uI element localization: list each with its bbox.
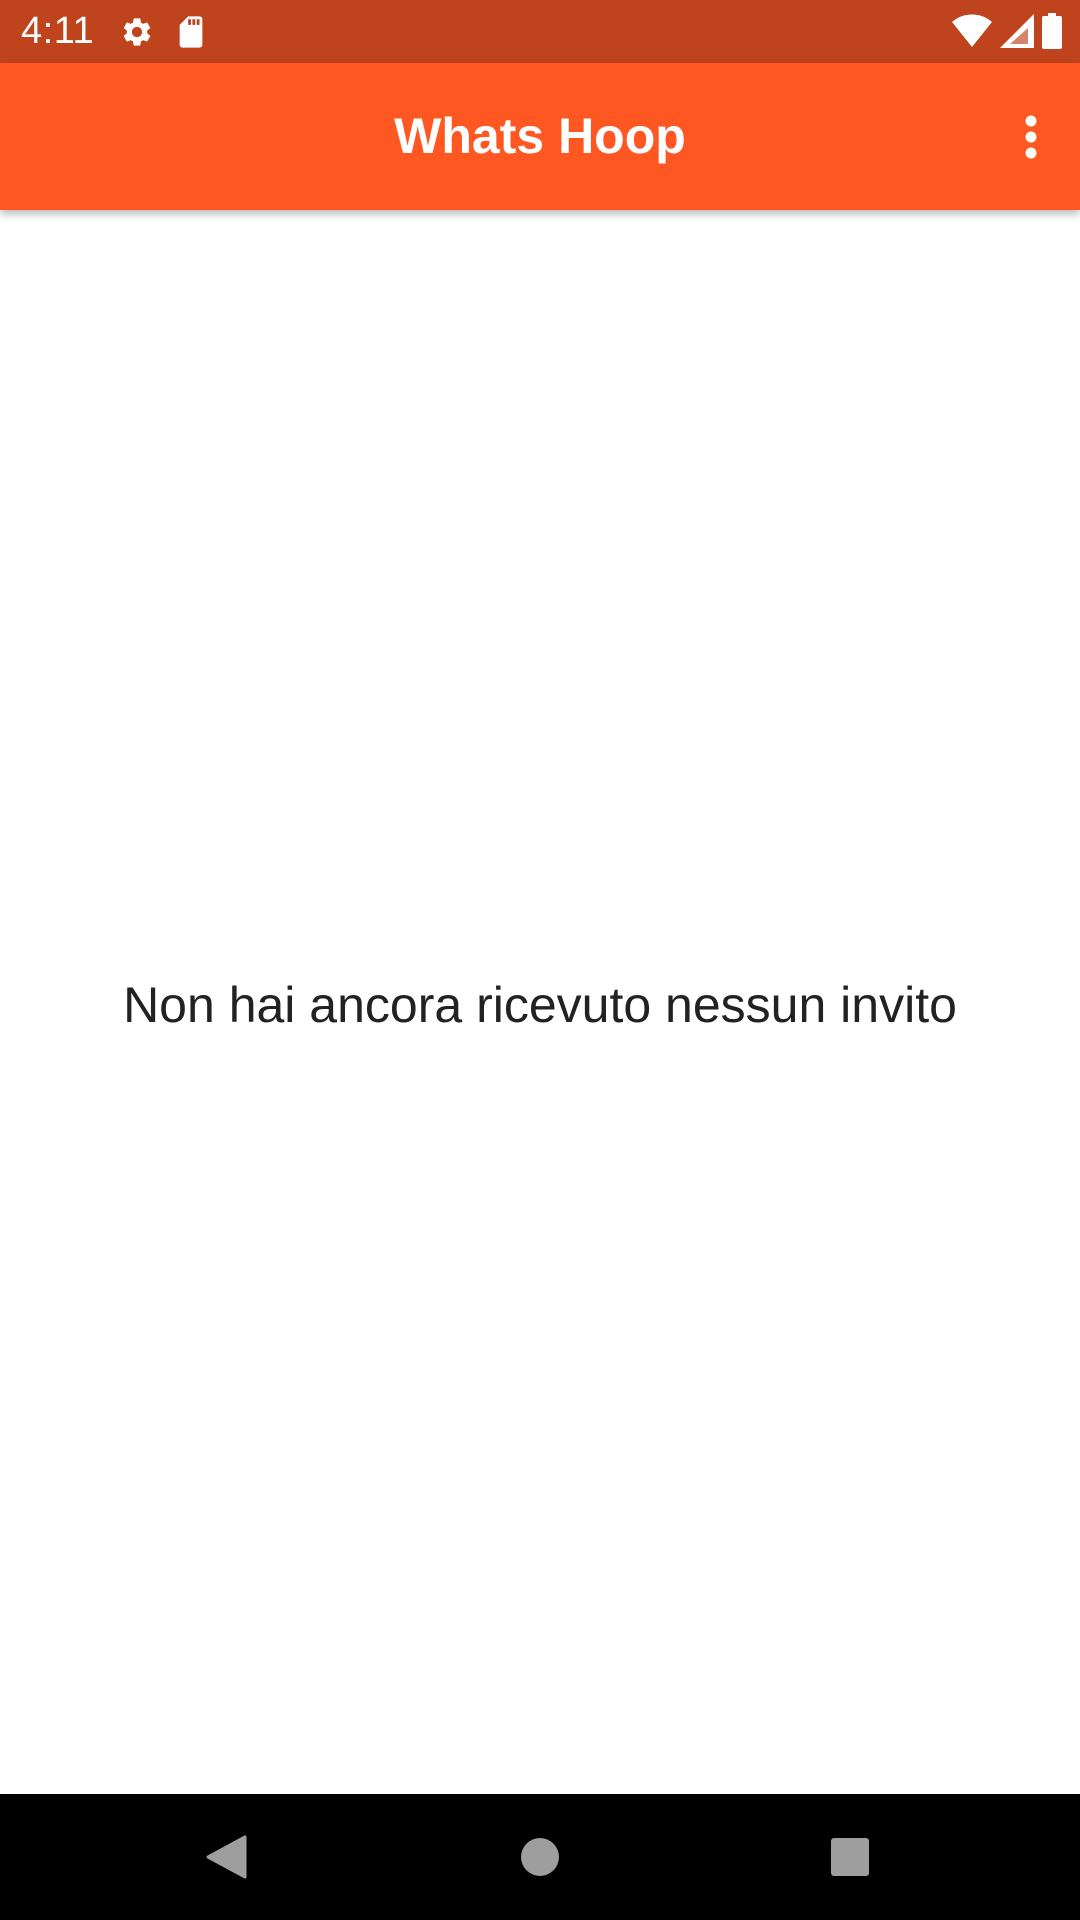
home-button[interactable] — [500, 1817, 580, 1897]
empty-state-message: Non hai ancora ricevuto nessun invito — [123, 977, 957, 1033]
status-bar: 4:11 — [0, 0, 1080, 63]
main-content: Non hai ancora ricevuto nessun invito — [0, 210, 1080, 1794]
status-right-icons — [952, 12, 1062, 50]
app-title: Whats Hoop — [394, 108, 686, 164]
wifi-icon — [952, 14, 992, 48]
overflow-menu-button[interactable] — [998, 99, 1064, 175]
settings-icon — [120, 15, 154, 49]
battery-icon — [1042, 13, 1062, 49]
sd-card-icon — [176, 15, 206, 49]
navigation-bar — [0, 1794, 1080, 1920]
app-bar: Whats Hoop — [0, 63, 1080, 210]
home-icon — [520, 1837, 560, 1877]
cell-signal-icon — [1000, 14, 1034, 48]
recents-button[interactable] — [810, 1817, 890, 1897]
status-left-icons — [120, 14, 206, 50]
back-icon — [205, 1835, 247, 1879]
screen: 4:11 Whats Hoop Non hai ancora ricevuto … — [0, 0, 1080, 1920]
recents-icon — [830, 1837, 870, 1877]
more-vert-icon — [1024, 115, 1038, 159]
back-button[interactable] — [186, 1817, 266, 1897]
status-time: 4:11 — [21, 10, 95, 52]
